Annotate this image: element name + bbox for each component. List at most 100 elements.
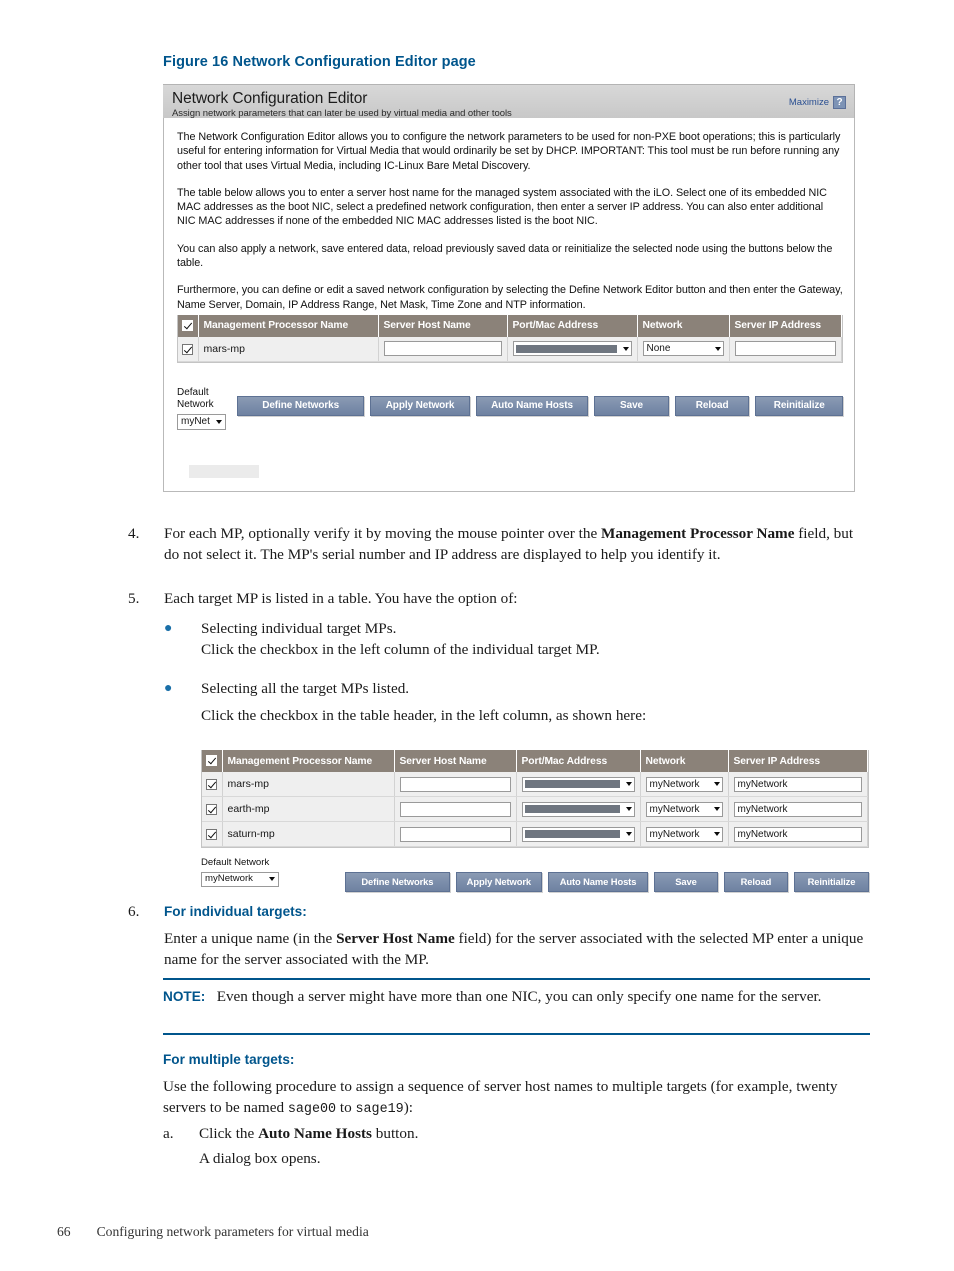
port-mac-address-select[interactable] [521, 801, 635, 817]
mac-address-bar [524, 830, 620, 838]
row-select-cell[interactable] [178, 336, 199, 362]
table-row: earth-mp myNetwork myNetwork [202, 796, 868, 822]
network-configuration-editor-screenshot: Network Configuration Editor Assign netw… [163, 84, 855, 492]
cell-server-ip-address: myNetwork [728, 796, 868, 822]
chevron-down-icon [713, 782, 720, 786]
server-host-name-input[interactable] [399, 801, 511, 817]
cell-mp-name: earth-mp [222, 796, 395, 822]
step-5-bullet-2: ● Selecting all the target MPs listed. [164, 678, 864, 699]
step-4-text: For each MP, optionally verify it by mov… [164, 523, 870, 566]
network-select[interactable]: None [642, 341, 724, 357]
auto-name-hosts-button[interactable]: Auto Name Hosts [475, 395, 589, 416]
substep-a-text: Click the Auto Name Hosts button. [199, 1123, 870, 1144]
server-ip-address-input[interactable]: myNetwork [733, 826, 862, 842]
server-ip-address-input[interactable]: myNetwork [733, 801, 862, 817]
chevron-down-icon [215, 419, 222, 424]
port-mac-address-select[interactable] [512, 341, 632, 357]
network-select-value: myNetwork [649, 778, 700, 790]
step-5-bullet-1-text: Selecting individual target MPs. [201, 620, 397, 637]
chevron-down-icon [622, 346, 629, 351]
mac-address-bar [524, 805, 620, 813]
editor-title: Network Configuration Editor [172, 90, 368, 107]
step-5-number: 5. [128, 590, 140, 607]
save-button[interactable]: Save [594, 395, 669, 416]
reinitialize-button[interactable]: Reinitialize [755, 395, 843, 416]
chevron-down-icon [714, 346, 721, 351]
default-network-select[interactable]: myNetwork [201, 871, 279, 887]
step-6-number: 6. [128, 903, 140, 920]
column-header-mp-name: Management Processor Name [198, 314, 379, 337]
step-5: 5. Each target MP is listed in a table. … [128, 588, 870, 609]
substep-a-part1: Click the [199, 1125, 259, 1142]
server-ip-address-input[interactable]: myNetwork [733, 776, 862, 792]
column-header-port-mac-address: Port/Mac Address [516, 750, 641, 772]
step-4-number: 4. [128, 525, 140, 542]
select-all-header-cell[interactable] [202, 750, 223, 772]
cell-server-host-name [394, 821, 517, 847]
mp-table-wrapper-2: Management Processor Name Server Host Na… [201, 750, 869, 848]
define-networks-button[interactable]: Define Networks [345, 872, 450, 892]
reload-button[interactable]: Reload [674, 395, 750, 416]
maximize-link[interactable]: Maximize [789, 97, 829, 108]
server-host-name-input[interactable] [399, 826, 511, 842]
network-select-value: None [646, 343, 671, 355]
row-checkbox[interactable] [206, 803, 217, 815]
server-host-name-input[interactable] [399, 776, 511, 792]
define-networks-button[interactable]: Define Networks [237, 395, 365, 416]
cell-server-host-name [394, 796, 517, 822]
row-checkbox[interactable] [206, 828, 217, 840]
default-network-label: Default Network [201, 857, 270, 868]
auto-name-hosts-button[interactable]: Auto Name Hosts [547, 872, 649, 892]
cell-server-ip-address: myNetwork [728, 772, 868, 797]
column-header-port-mac-address: Port/Mac Address [507, 314, 638, 337]
apply-network-button[interactable]: Apply Network [370, 395, 470, 416]
table-row: mars-mp None [178, 336, 842, 362]
network-select[interactable]: myNetwork [645, 826, 723, 842]
row-select-cell[interactable] [202, 821, 223, 847]
select-all-header-cell[interactable] [178, 314, 199, 337]
cell-mp-name: mars-mp [198, 336, 379, 362]
network-select[interactable]: myNetwork [645, 776, 723, 792]
cell-port-mac-address [516, 796, 641, 822]
table-header-row: Management Processor Name Server Host Na… [202, 750, 868, 772]
editor-paragraph-3: You can also apply a network, save enter… [177, 242, 833, 270]
reload-button[interactable]: Reload [724, 872, 788, 892]
step-6-bold-field: Server Host Name [336, 930, 455, 947]
step-5-bullet-2-text: Selecting all the target MPs listed. [201, 680, 410, 697]
cell-mp-name: mars-mp [222, 772, 395, 797]
select-all-checkbox[interactable] [206, 755, 217, 767]
cell-port-mac-address [507, 336, 638, 362]
cell-network: myNetwork [640, 821, 729, 847]
network-select[interactable]: myNetwork [645, 801, 723, 817]
column-header-server-host-name: Server Host Name [394, 750, 517, 772]
substep-a-part2: button. [371, 1125, 419, 1142]
note-rule-bottom [163, 1033, 870, 1035]
editor2-action-bar: Default Network myNetwork Define Network… [201, 857, 869, 892]
default-network-select[interactable]: myNet [177, 413, 226, 430]
save-button[interactable]: Save [654, 872, 718, 892]
server-host-name-input[interactable] [383, 341, 502, 357]
page-footer: 66 Configuring network parameters for vi… [57, 1224, 369, 1240]
row-checkbox[interactable] [182, 343, 193, 355]
multiple-mono-2: sage19 [355, 1102, 404, 1118]
port-mac-address-select[interactable] [521, 826, 635, 842]
maximize-controls: Maximize ? [789, 96, 846, 109]
server-ip-address-input[interactable] [734, 341, 836, 357]
help-icon[interactable]: ? [833, 96, 846, 109]
substep-a-number: a. [163, 1125, 174, 1142]
chevron-down-icon [625, 832, 632, 836]
mp-table-wrapper: Management Processor Name Server Host Na… [177, 314, 843, 363]
row-checkbox[interactable] [206, 778, 217, 790]
apply-network-button[interactable]: Apply Network [455, 872, 542, 892]
default-network-label-line1: Default [177, 386, 209, 398]
select-all-checkbox[interactable] [182, 320, 193, 332]
document-page: Figure 16 Network Configuration Editor p… [0, 0, 954, 1271]
editor-paragraph-2: The table below allows you to enter a se… [177, 186, 827, 228]
row-select-cell[interactable] [202, 796, 223, 822]
editor-header: Network Configuration Editor Assign netw… [163, 84, 855, 119]
editor-paragraph-4: Furthermore, you can define or edit a sa… [177, 284, 843, 311]
default-network-control: Default Network myNetwork [201, 857, 297, 887]
reinitialize-button[interactable]: Reinitialize [793, 872, 869, 892]
row-select-cell[interactable] [202, 772, 223, 797]
port-mac-address-select[interactable] [521, 776, 635, 792]
